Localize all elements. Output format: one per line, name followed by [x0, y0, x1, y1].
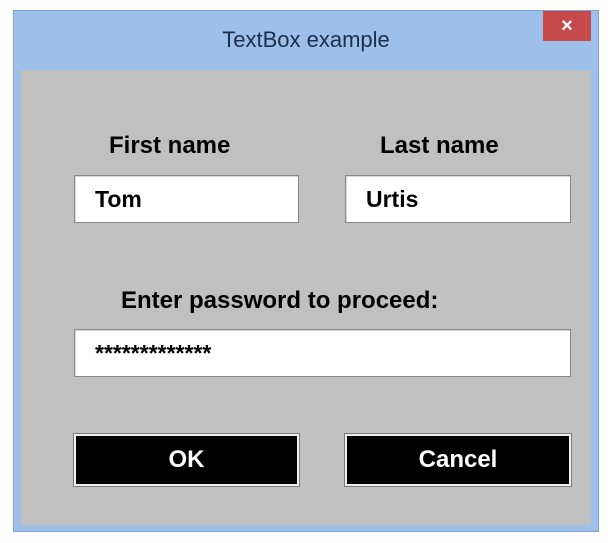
title-bar[interactable]: TextBox example × [14, 11, 598, 69]
dialog-window: TextBox example × First name Last name T… [13, 10, 599, 532]
close-button[interactable]: × [543, 11, 591, 41]
close-icon: × [561, 15, 573, 37]
password-field[interactable]: ************* [74, 329, 571, 377]
password-label: Enter password to proceed: [121, 287, 439, 314]
first-name-label: First name [109, 132, 231, 159]
last-name-field[interactable]: Urtis [345, 175, 571, 223]
dialog-client-area: First name Last name Tom Urtis Enter pas… [21, 70, 591, 525]
cancel-button[interactable]: Cancel [344, 433, 572, 487]
ok-button[interactable]: OK [73, 433, 300, 487]
window-title: TextBox example [222, 27, 390, 52]
last-name-label: Last name [380, 132, 499, 159]
first-name-field[interactable]: Tom [74, 175, 299, 223]
